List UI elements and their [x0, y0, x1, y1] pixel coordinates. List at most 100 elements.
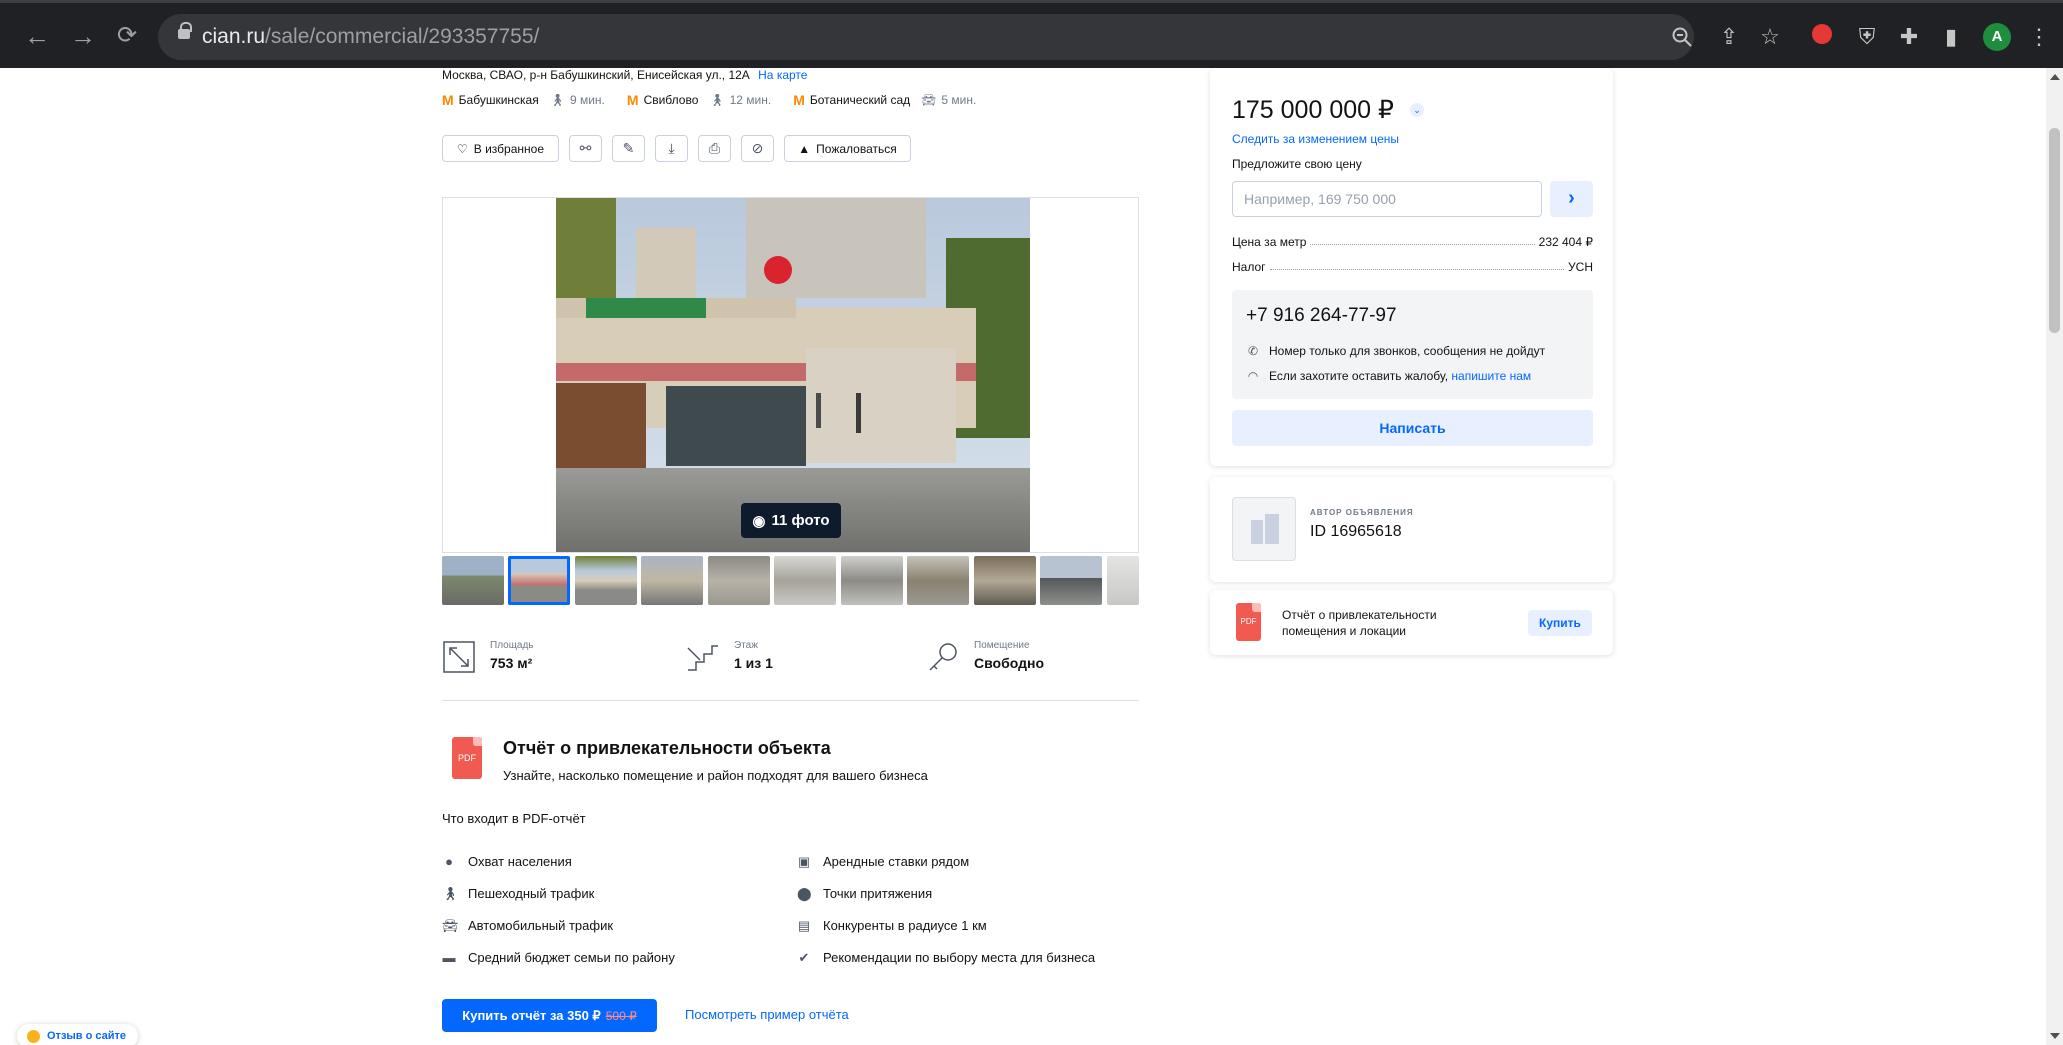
back-icon[interactable]: ← — [22, 21, 52, 51]
report-feature: ▣ Арендные ставки рядом — [797, 854, 969, 869]
thumbs-up-icon: ✔ — [798, 949, 810, 965]
url-path: /sale/commercial/293357755/ — [265, 25, 540, 48]
eye-off-icon: ⊘ — [751, 140, 764, 156]
bookmark-star-icon[interactable]: ☆ — [1756, 23, 1784, 51]
thumbnail[interactable] — [575, 556, 637, 605]
author-id[interactable]: ID 16965618 — [1310, 523, 1402, 541]
author-avatar[interactable] — [1232, 497, 1296, 561]
metro-name: Ботанический сад — [809, 93, 911, 107]
download-button[interactable]: ⤓ — [655, 135, 688, 162]
map-link[interactable]: На карте — [758, 68, 807, 82]
buy-report-button[interactable]: Купить отчёт за 350 ₽ 500 ₽ — [442, 999, 657, 1032]
write-button[interactable]: Написать — [1232, 410, 1593, 446]
print-button[interactable]: ⎙ — [698, 135, 731, 162]
thumbnail[interactable] — [442, 556, 504, 605]
pdf-icon: PDF — [1236, 603, 1261, 641]
hide-button[interactable]: ⊘ — [741, 135, 774, 162]
stairs-icon — [687, 645, 718, 671]
report-includes-title: Что входит в PDF-отчёт — [442, 811, 586, 826]
thumbnail[interactable] — [641, 556, 703, 605]
address-text: Москва, СВАО, р-н Бабушкинский, Енисейск… — [442, 68, 750, 82]
thumbnail[interactable] — [1107, 556, 1139, 605]
page-scrollbar[interactable] — [2046, 68, 2063, 1045]
thumbnail[interactable] — [508, 556, 570, 605]
extensions-puzzle-icon[interactable]: ✚ — [1895, 23, 1923, 51]
thumbnail[interactable] — [907, 556, 969, 605]
kv-label: Цена за метр — [1232, 235, 1307, 249]
metro-item[interactable]: M Бабушкинская 🚶︎ 9 мин. — [442, 92, 605, 108]
metro-time: 12 мин. — [729, 93, 772, 107]
thumbnail[interactable] — [1040, 556, 1102, 605]
photo-gallery[interactable]: ◉ 11 фото — [442, 197, 1139, 553]
browser-menu-icon[interactable]: ⋮ — [2025, 23, 2053, 51]
report-feature: ✔ Рекомендации по выбору места для бизнес… — [797, 949, 1096, 965]
share-button[interactable]: ⚯ — [569, 135, 602, 162]
site-feedback-button[interactable]: Отзыв о сайте — [17, 1024, 139, 1045]
offer-submit-button[interactable]: › — [1550, 181, 1593, 217]
thumbnail[interactable] — [708, 556, 770, 605]
key-icon — [929, 643, 957, 671]
kv-value: 232 404 ₽ — [1538, 235, 1593, 249]
extension-shield-icon[interactable]: ⛨ — [1853, 23, 1881, 51]
photo-count-badge[interactable]: ◉ 11 фото — [741, 503, 841, 538]
side-panel-icon[interactable]: ▮ — [1937, 23, 1965, 51]
zoom-icon[interactable] — [1671, 26, 1693, 48]
scroll-thumb[interactable] — [2049, 128, 2060, 333]
pdf-card-text: Отчёт о привлекательности помещения и ло… — [1282, 608, 1437, 638]
profile-avatar[interactable]: A — [1983, 23, 2011, 51]
spec-label: Помещение — [974, 640, 1030, 651]
buy-button[interactable]: Купить — [1528, 610, 1592, 636]
share-icon: ⚯ — [579, 140, 592, 156]
address-bar[interactable]: cian.ru/sale/commercial/293357755/ — [158, 14, 1694, 60]
camera-icon: ◉ — [752, 512, 766, 530]
metro-item[interactable]: M Ботанический сад 🚘︎ 5 мин. — [793, 92, 976, 108]
price: 175 000 000 ₽ — [1232, 96, 1394, 124]
section-divider — [442, 700, 1139, 701]
browser-toolbar: ← → ⟳ cian.ru/sale/commercial/293357755/… — [0, 0, 2063, 68]
thumbnail[interactable] — [774, 556, 836, 605]
phone-number[interactable]: +7 916 264-77-97 — [1246, 305, 1397, 327]
thumbnail[interactable] — [974, 556, 1036, 605]
favorite-label: В избранное — [473, 141, 544, 156]
headset-icon: ◠ — [1247, 369, 1259, 383]
offer-price-input[interactable]: Например, 169 750 000 — [1232, 181, 1542, 217]
photo-count-label: 11 фото — [771, 512, 830, 529]
share-icon[interactable]: ⇪ — [1715, 23, 1743, 51]
feature-label: Пешеходный трафик — [468, 886, 595, 901]
scroll-down-icon[interactable] — [2050, 1033, 2060, 1039]
spec-label: Этаж — [734, 640, 758, 651]
report-feature: ⬤ Точки притяжения — [797, 886, 932, 901]
extension-adblock-icon[interactable] — [1808, 23, 1836, 51]
chevron-right-icon: › — [1568, 187, 1575, 209]
favorite-button[interactable]: ♡ В избранное — [442, 135, 559, 162]
spec-value: Свободно — [974, 655, 1044, 671]
main-photo[interactable] — [556, 198, 1030, 552]
feature-label: Охват населения — [468, 854, 572, 869]
phone-box: +7 916 264-77-97 ✆ Номер только для звон… — [1232, 290, 1593, 399]
wallet-icon: ▬ — [442, 949, 456, 965]
chevron-down-icon[interactable]: ⌄ — [1410, 103, 1424, 117]
complaint-link[interactable]: напишите нам — [1451, 369, 1531, 383]
scroll-up-icon[interactable] — [2050, 74, 2060, 80]
download-icon: ⤓ — [668, 140, 675, 156]
track-price-link[interactable]: Следить за изменением цены — [1232, 132, 1399, 146]
forward-icon[interactable]: → — [68, 21, 98, 51]
warning-icon: ▲ — [798, 141, 811, 156]
complain-button[interactable]: ▲ Пожаловаться — [784, 135, 911, 162]
heart-icon: ♡ — [457, 141, 468, 156]
spec-area: Площадь 753 м² — [442, 640, 534, 674]
dotted-leader — [1310, 244, 1535, 245]
edit-button[interactable]: ✎ — [612, 135, 645, 162]
price-per-meter-row: Цена за метр 232 404 ₽ — [1232, 235, 1593, 249]
metro-list: M Бабушкинская 🚶︎ 9 мин. M Свиблово 🚶︎ 1… — [442, 92, 976, 108]
spec-value: 753 м² — [490, 655, 533, 671]
price-card: 175 000 000 ₽ ⌄ Следить за изменением це… — [1210, 68, 1613, 466]
listing-actions: ♡ В избранное ⚯ ✎ ⤓ ⎙ ⊘ ▲ Пожаловаться — [442, 135, 911, 162]
reload-icon[interactable]: ⟳ — [112, 21, 142, 51]
offer-label: Предложите свою цену — [1232, 157, 1362, 171]
thumbnail[interactable] — [841, 556, 903, 605]
walk-icon: 🚶︎ — [549, 93, 565, 107]
dotted-leader — [1269, 269, 1565, 270]
sample-report-link[interactable]: Посмотреть пример отчёта — [685, 1007, 849, 1022]
metro-item[interactable]: M Свиблово 🚶︎ 12 мин. — [627, 92, 771, 108]
